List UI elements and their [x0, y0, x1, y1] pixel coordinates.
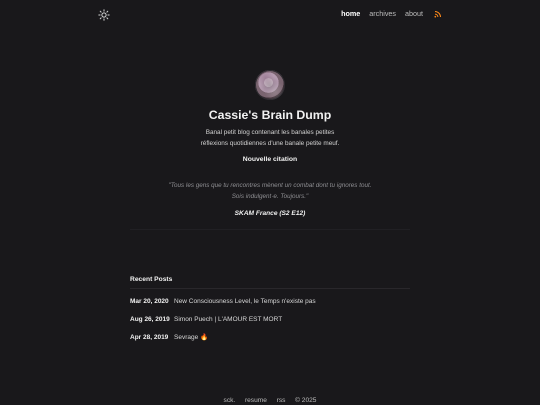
quote-line-2: Sois indulgent·e. Toujours.": [231, 193, 309, 200]
site-bio-line-2: réflexions quotidiennes d'une banale pet…: [200, 139, 340, 147]
post-title-link[interactable]: New Consciousness Level, le Temps n'exis…: [174, 298, 316, 305]
footer-copyright: © 2025: [295, 397, 317, 404]
hero-divider: [130, 229, 410, 230]
post-date: Apr 28, 2019: [130, 333, 169, 341]
page-root: home archives about Cassie's Brain Dump …: [0, 0, 540, 405]
nav-about-link[interactable]: about: [405, 9, 423, 18]
post-row[interactable]: Aug 26, 2019 Simon Puech | L'AMOUR EST M…: [130, 310, 410, 328]
post-row[interactable]: Apr 28, 2019 Sevrage 🔥: [130, 328, 410, 346]
post-title-link[interactable]: Simon Puech | L'AMOUR EST MORT: [174, 316, 282, 323]
post-row[interactable]: Mar 20, 2020 New Consciousness Level, le…: [130, 292, 410, 310]
quote-source: SKAM France (S2 E12): [234, 210, 306, 217]
top-nav: home archives about: [341, 9, 442, 18]
site-bio-line-1: Banal petit blog contenant les banales p…: [205, 129, 335, 136]
quote-text: "Tous les gens que tu rencontres mènent …: [150, 180, 390, 202]
footer-link-resume[interactable]: resume: [245, 397, 267, 404]
site-title: Cassie's Brain Dump: [208, 108, 332, 122]
footer-link-rss[interactable]: rss: [277, 397, 286, 404]
post-date: Aug 26, 2019: [130, 315, 170, 323]
recent-posts-list: Mar 20, 2020 New Consciousness Level, le…: [130, 292, 410, 346]
recent-posts-title: Recent Posts: [130, 276, 173, 283]
avatar: [255, 70, 285, 100]
quote-line-1: "Tous les gens que tu rencontres mènent …: [168, 182, 372, 189]
post-date: Mar 20, 2020: [130, 297, 169, 305]
quote-title: Nouvelle citation: [242, 156, 298, 163]
site-bio: Banal petit blog contenant les banales p…: [170, 128, 370, 149]
nav-archives-link[interactable]: archives: [369, 9, 396, 18]
recent-posts-divider: [130, 288, 410, 289]
site-footer: sck. resume rss © 2025: [0, 397, 540, 404]
avatar-image: [255, 70, 285, 100]
footer-link-sck[interactable]: sck.: [224, 397, 236, 404]
sun-icon[interactable]: [98, 8, 110, 21]
rss-icon[interactable]: [434, 10, 442, 18]
nav-home-link[interactable]: home: [341, 9, 360, 18]
post-title-link[interactable]: Sevrage 🔥: [174, 333, 208, 341]
